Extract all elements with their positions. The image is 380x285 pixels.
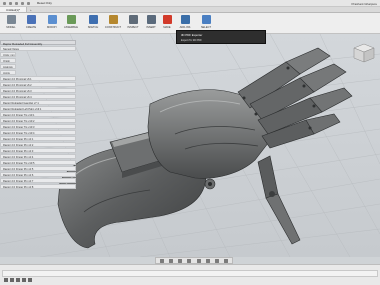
assemble-icon — [66, 15, 76, 24]
browser-root-item[interactable]: Raptor Reloaded Full Assembly — [0, 40, 76, 46]
look-at-icon[interactable] — [196, 258, 201, 263]
modify-icon — [47, 15, 57, 24]
addins-icon — [180, 15, 190, 24]
orbit-icon[interactable] — [159, 258, 164, 263]
app-menu-icon[interactable] — [3, 1, 6, 5]
navigation-bar — [155, 257, 233, 264]
toolbar-sketch[interactable]: SKETCH — [84, 14, 102, 33]
pan-icon[interactable] — [168, 258, 173, 263]
grid-icon[interactable] — [215, 258, 220, 263]
browser-item[interactable]: Raptor 2.0 Finger Tip v13:4 — [0, 130, 76, 135]
timeline-start-icon[interactable] — [4, 278, 8, 282]
file-icon[interactable] — [9, 1, 12, 5]
browser-item[interactable]: Raptor 2.0 Finger Pin v2:6 — [0, 172, 76, 177]
browser-item[interactable]: Raptor 2.0 Finger Pin v2:5 — [0, 166, 76, 171]
undo-icon[interactable] — [21, 1, 24, 5]
display-icon[interactable] — [205, 258, 210, 263]
title-bar: Reset Only Prashant Gharpure — [0, 0, 380, 7]
browser-item[interactable]: Raptor 2.0 Finger Pin v2:7 — [0, 178, 76, 183]
save-icon[interactable] — [15, 1, 18, 5]
insert-icon — [146, 15, 156, 24]
browser-item[interactable]: Raptor 2.0 Proximal v6:2 — [0, 82, 76, 87]
toolbar-make[interactable]: MAKE — [158, 14, 176, 33]
toolbar-model[interactable]: MODEL — [2, 14, 20, 33]
browser-item[interactable]: Raptor 2.0 Finger Tip v13:5 — [0, 160, 76, 165]
viewport-icon[interactable] — [224, 258, 229, 263]
zoom-icon[interactable] — [178, 258, 183, 263]
browser-item[interactable]: Raptor 2.0 Finger Tip v13:1 — [0, 112, 76, 117]
browser-item[interactable]: Raptor 2.0 Finger Pin v2:2 — [0, 142, 76, 147]
browser-item[interactable]: Origin — [0, 58, 16, 63]
browser-item[interactable]: Joints — [0, 70, 16, 75]
create-icon — [26, 15, 36, 24]
browser-item[interactable]: Units: mm — [0, 52, 16, 57]
addin-dropdown-menu: 3D PDF Exporter Export To 3D PDF — [176, 30, 266, 44]
browser-item[interactable]: Raptor 2.0 Finger Pin v2:4 — [0, 154, 76, 159]
browser-item[interactable]: Raptor 2.0 Proximal v6:4 — [0, 94, 76, 99]
browser-item[interactable]: Raptor 2.0 Proximal v6:3 — [0, 88, 76, 93]
toolbar-create[interactable]: CREATE — [22, 14, 40, 33]
browser-item[interactable]: Raptor 2.0 Finger Tip v13:2 — [0, 118, 76, 123]
timeline-play-icon[interactable] — [16, 278, 20, 282]
browser-item[interactable]: Named Views — [0, 46, 76, 51]
browser-item[interactable]: Raptor 2.0 Proximal v6:1 — [0, 76, 76, 81]
export-3d-pdf-item[interactable]: Export To 3D PDF — [177, 37, 265, 42]
construct-icon — [108, 15, 118, 24]
document-tab[interactable]: Untitled(1)* — [0, 7, 27, 12]
browser-item[interactable]: Raptor Reloaded Left Palm v13:1 — [0, 106, 76, 111]
toolbar-construct[interactable]: CONSTRUCT — [104, 14, 122, 33]
timeline-end-icon[interactable] — [28, 278, 32, 282]
user-name[interactable]: Prashant Gharpure — [351, 2, 377, 6]
browser-item[interactable]: Raptor 2.0 Finger Tip v13:3 — [0, 124, 76, 129]
timeline-next-icon[interactable] — [22, 278, 26, 282]
sketch-icon — [88, 15, 98, 24]
toolbar-inspect[interactable]: INSPECT — [124, 14, 142, 33]
model-cube-icon — [6, 15, 16, 24]
make-icon — [162, 15, 172, 24]
toolbar-modify[interactable]: MODIFY — [43, 14, 61, 33]
toolbar-assemble[interactable]: ASSEMBLE — [62, 14, 80, 33]
window-title: Reset Only — [37, 1, 52, 5]
browser-item[interactable]: Raptor 2.0 Finger Pin v2:8 — [0, 184, 76, 189]
redo-icon[interactable] — [27, 1, 30, 5]
inspect-icon — [128, 15, 138, 24]
browser-item[interactable]: Raptor 2.0 Finger Pin v2:1 — [0, 136, 76, 141]
timeline-prev-icon[interactable] — [10, 278, 14, 282]
browser-item[interactable]: Analysis — [0, 64, 16, 69]
view-cube[interactable] — [353, 43, 375, 63]
timeline-controls — [4, 278, 32, 282]
timeline-strip[interactable] — [2, 270, 378, 277]
new-tab-icon[interactable]: + — [27, 7, 35, 12]
select-icon — [201, 15, 211, 24]
fit-icon[interactable] — [187, 258, 192, 263]
browser-item[interactable]: Raptor 2.0 Finger Pin v2:3 — [0, 148, 76, 153]
browser-panel: Raptor Reloaded Full Assembly Named View… — [0, 40, 76, 200]
browser-item[interactable]: Raptor Reloaded Gauntlet v7:1 — [0, 100, 76, 105]
timeline — [0, 264, 380, 285]
